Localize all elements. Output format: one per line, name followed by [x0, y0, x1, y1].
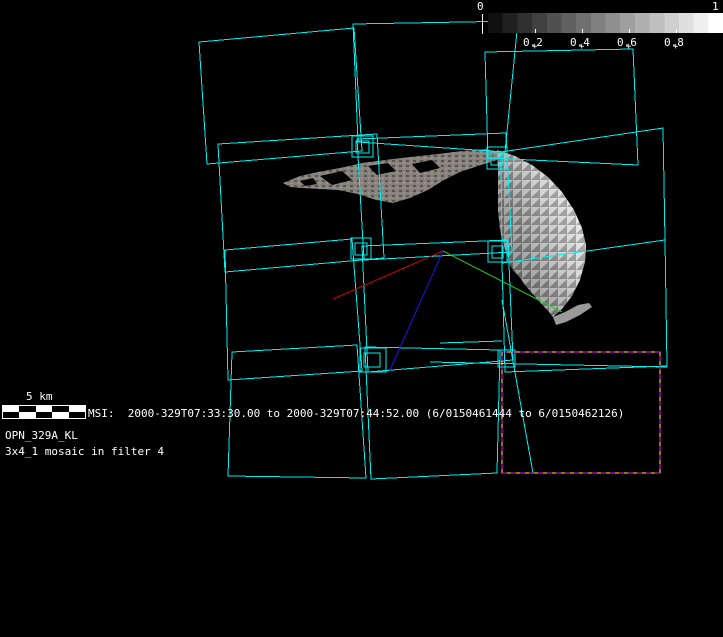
boresight-marker-inner — [364, 353, 380, 367]
boresight-marker-outer — [351, 238, 371, 259]
colorbar-notch — [629, 29, 630, 33]
asteroid-terrain-texture — [283, 149, 500, 203]
status-line: MSI: 2000-329T07:33:30.00 to 2000-329T07… — [88, 408, 624, 420]
scalebar-cell — [3, 412, 19, 418]
scalebar-cell — [36, 412, 52, 418]
sequence-description: 3x4_1 mosaic in filter 4 — [5, 446, 164, 458]
asteroid-shape-model — [283, 149, 592, 325]
scalebar-checkerboard — [2, 405, 86, 419]
colorbar-tick-plus: + — [673, 42, 678, 52]
footprint-edge-segment — [502, 300, 533, 473]
mosaic-footprint-frame-1-3 — [485, 49, 638, 165]
colorbar-notch — [582, 29, 583, 33]
boresight-marker-inner — [355, 243, 367, 255]
grayscale-colorbar — [488, 13, 723, 33]
mosaic-scene-canvas — [0, 0, 723, 637]
colorbar-notch — [676, 29, 677, 33]
footprint-edge-segment — [430, 362, 667, 367]
colorbar-zero-tick — [482, 14, 483, 34]
scalebar-cell — [69, 412, 85, 418]
boresight-marker-inner — [492, 246, 503, 258]
sequence-id: OPN_329A_KL — [5, 430, 78, 442]
mosaic-footprint-frame-1-2 — [353, 21, 518, 152]
blue-vector — [390, 251, 443, 370]
msi-mosaic-display-window: 0 1 0.2+0.4+0.6+0.8+ 5 km MSI: 2000-329T… — [0, 0, 723, 637]
colorbar-min-label: 0 — [477, 1, 484, 13]
red-vector — [333, 251, 443, 299]
colorbar-notch — [535, 29, 536, 33]
colorbar-tick-plus: + — [626, 42, 631, 52]
mosaic-footprint-frame-3-1 — [225, 239, 362, 380]
scalebar-cell — [19, 412, 35, 418]
mosaic-footprint-frame-3-2 — [362, 240, 513, 372]
mosaic-footprint-frame-2-1 — [218, 134, 384, 272]
colorbar-tick-plus: + — [579, 42, 584, 52]
colorbar-tick-plus: + — [532, 42, 537, 52]
scalebar-cell — [52, 412, 68, 418]
footprint-edge-segment — [440, 341, 502, 343]
scalebar-label: 5 km — [26, 391, 53, 403]
colorbar-max-label: 1 — [712, 1, 719, 13]
